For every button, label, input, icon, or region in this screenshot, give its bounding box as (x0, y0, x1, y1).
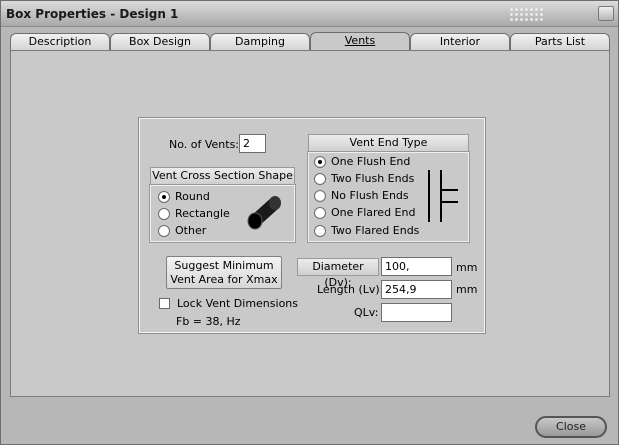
suggest-button-line2: Vent Area for Xmax (170, 273, 278, 286)
close-button[interactable]: Close (535, 416, 607, 438)
radio-two-flush-ends-label: Two Flush Ends (331, 172, 415, 185)
radio-two-flush-ends[interactable]: Two Flush Ends (314, 172, 414, 185)
window-title: Box Properties - Design 1 (6, 7, 179, 21)
radio-one-flush-end-label: One Flush End (331, 155, 411, 168)
length-label: Length (Lv): (317, 283, 384, 296)
fb-readout: Fb = 38, Hz (176, 315, 241, 328)
radio-round-indicator[interactable] (158, 190, 170, 203)
vent-count-label: No. of Vents: (169, 138, 240, 151)
radio-one-flared-end-indicator[interactable] (314, 206, 326, 219)
qlv-input[interactable] (381, 303, 452, 322)
title-grip-decoration (509, 7, 545, 21)
radio-other-label: Other (175, 224, 207, 237)
length-input[interactable]: 254,9 (381, 280, 452, 299)
box-properties-window: Box Properties - Design 1 Description Bo… (0, 0, 619, 445)
diameter-label: Diameter (Dv): (297, 258, 379, 289)
end-type-title: Vent End Type (308, 134, 469, 152)
radio-other-indicator[interactable] (158, 224, 170, 237)
tab-vents[interactable]: Vents (310, 32, 410, 52)
tab-description[interactable]: Description (10, 33, 110, 51)
radio-rectangle-label: Rectangle (175, 207, 230, 220)
radio-one-flush-end[interactable]: One Flush End (314, 155, 410, 168)
flush-end-diagram-icon (428, 170, 458, 222)
radio-round-label: Round (175, 190, 210, 203)
suggest-button-line1: Suggest Minimum (174, 259, 274, 272)
radio-two-flared-ends-indicator[interactable] (314, 224, 326, 237)
radio-rectangle[interactable]: Rectangle (158, 207, 230, 220)
tab-interior[interactable]: Interior (410, 33, 510, 51)
cross-section-title: Vent Cross Section Shape (150, 167, 295, 185)
diameter-input[interactable]: 100, (381, 257, 452, 276)
length-unit: mm (456, 283, 478, 296)
title-bar[interactable]: Box Properties - Design 1 (1, 1, 618, 27)
radio-two-flush-ends-indicator[interactable] (314, 172, 326, 185)
radio-two-flared-ends-label: Two Flared Ends (331, 224, 420, 237)
tab-strip: Description Box Design Damping Vents Int… (10, 32, 610, 52)
tab-box-design[interactable]: Box Design (110, 33, 210, 51)
radio-other[interactable]: Other (158, 224, 206, 237)
tab-parts-list[interactable]: Parts List (510, 33, 610, 51)
radio-round[interactable]: Round (158, 190, 210, 203)
lock-checkbox-box[interactable] (159, 298, 170, 309)
diameter-unit: mm (456, 261, 478, 274)
radio-no-flush-ends-label: No Flush Ends (331, 189, 409, 202)
radio-no-flush-ends-indicator[interactable] (314, 189, 326, 202)
lock-vent-dimensions-checkbox[interactable]: Lock Vent Dimensions (159, 297, 298, 310)
suggest-vent-area-button[interactable]: Suggest Minimum Vent Area for Xmax (166, 256, 282, 289)
tab-damping[interactable]: Damping (210, 33, 310, 51)
lock-checkbox-label: Lock Vent Dimensions (177, 297, 298, 310)
radio-one-flared-end[interactable]: One Flared End (314, 206, 415, 219)
radio-one-flush-end-indicator[interactable] (314, 155, 326, 168)
radio-two-flared-ends[interactable]: Two Flared Ends (314, 224, 419, 237)
vent-count-input[interactable]: 2 (239, 134, 266, 153)
round-vent-icon (247, 196, 281, 230)
radio-no-flush-ends[interactable]: No Flush Ends (314, 189, 409, 202)
radio-one-flared-end-label: One Flared End (331, 206, 416, 219)
qlv-label: QLv: (354, 306, 379, 319)
window-close-icon[interactable] (598, 6, 614, 21)
radio-rectangle-indicator[interactable] (158, 207, 170, 220)
